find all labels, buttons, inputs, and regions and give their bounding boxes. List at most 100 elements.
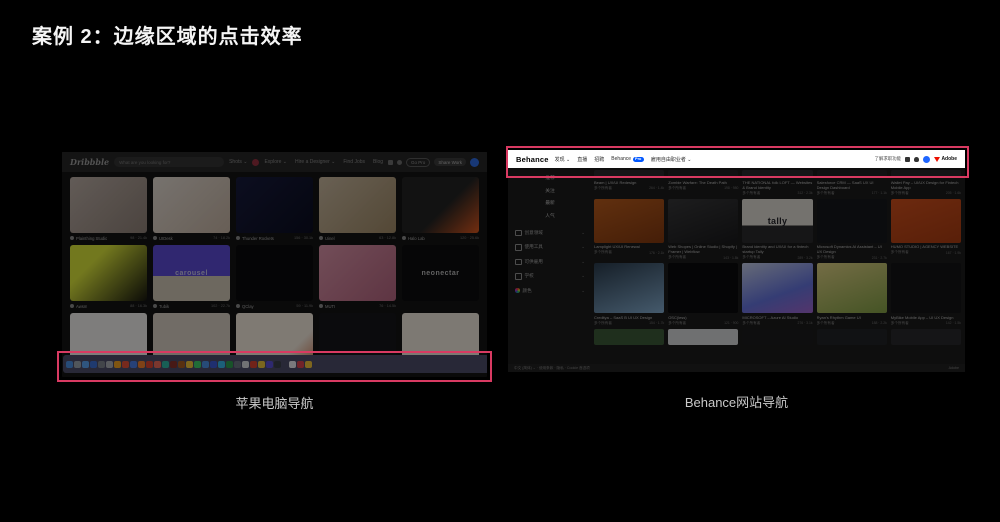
project-title[interactable]: Ryan's Rhythm Game UI <box>817 315 887 320</box>
project-title[interactable]: THE NATIONAL folk LOFT — Websites & Bran… <box>742 180 812 190</box>
shot-author[interactable]: MUTI <box>325 304 335 309</box>
project-title[interactable]: OSC(less) <box>668 315 738 320</box>
author-avatar[interactable] <box>319 236 323 240</box>
project-card[interactable]: Creditya – SaaS B UI UX Design 多个所有者 154… <box>594 263 664 326</box>
project-thumbnail[interactable] <box>742 263 812 313</box>
shot-author[interactable]: UIDesk <box>159 236 173 241</box>
shot-card[interactable]: MUTI 76 · 14.5k <box>319 245 396 310</box>
project-thumbnail[interactable]: tally <box>742 199 812 243</box>
project-author[interactable]: 多个所有者 <box>742 191 760 196</box>
author-avatar[interactable] <box>70 236 74 240</box>
project-author[interactable]: 多个所有者 <box>817 191 835 196</box>
sidebar-filter[interactable]: 颜色 ⌄ <box>515 288 585 294</box>
chat-icon[interactable] <box>388 160 393 165</box>
shot-author[interactable]: Plainthing Studio <box>76 236 107 241</box>
project-author[interactable]: 多个所有者 <box>742 255 760 260</box>
sidebar-filter[interactable]: 学校 ⌄ <box>515 273 585 280</box>
project-thumbnail[interactable] <box>594 263 664 313</box>
project-thumbnail[interactable] <box>668 329 738 345</box>
project-author[interactable]: 多个所有者 <box>817 255 835 260</box>
project-thumbnail[interactable] <box>668 199 738 243</box>
project-card[interactable]: MyBike Mobile App – UI UX Design 多个所有者 1… <box>891 263 961 326</box>
project-title[interactable]: Lamplight UX/UI Renewal <box>594 244 664 249</box>
project-author[interactable]: 多个所有者 <box>594 321 612 326</box>
project-title[interactable]: MICROSOFT – Azure AI Studio <box>742 315 812 320</box>
project-title[interactable]: Beam | UX/UI Redesign <box>594 180 664 185</box>
shot-thumbnail[interactable]: neonectar <box>402 245 479 301</box>
project-title[interactable]: MyBike Mobile App – UI UX Design <box>891 315 961 320</box>
project-card[interactable]: Ryan's Rhythm Game UI 多个所有者 188 · 2.2k <box>817 263 887 326</box>
project-thumbnail[interactable] <box>891 199 961 243</box>
nav-link[interactable]: Explore ⌄ <box>264 159 287 165</box>
project-card[interactable]: tally Brand identity and UX/UI for a fin… <box>742 199 812 261</box>
project-thumbnail[interactable] <box>817 263 887 313</box>
shot-author[interactable]: Halo Lab <box>408 236 425 241</box>
project-title[interactable]: Microsoft Dynamics AI Assistant – UI UX … <box>817 244 887 254</box>
shot-thumbnail[interactable] <box>153 177 230 233</box>
shot-author[interactable]: Tubik <box>159 304 169 309</box>
shot-card[interactable]: QClay 59 · 11.9k <box>236 245 313 310</box>
project-thumbnail[interactable] <box>742 329 812 345</box>
project-thumbnail[interactable] <box>668 263 738 313</box>
sidebar-tab[interactable]: 人气 <box>535 211 565 220</box>
bell-icon[interactable] <box>397 160 402 165</box>
project-author[interactable]: 多个所有者 <box>742 321 760 326</box>
shot-thumbnail[interactable] <box>236 177 313 233</box>
shot-author[interactable]: QClay <box>242 304 254 309</box>
shot-card[interactable]: Halo Lab 120 · 25.6k <box>402 177 479 242</box>
shot-thumbnail[interactable] <box>319 245 396 301</box>
project-title[interactable]: HUMO STUDIO | AGENCY WEBSITE <box>891 244 961 249</box>
project-thumbnail[interactable] <box>891 263 961 313</box>
project-title[interactable]: Salesforce CRM — SaaS UX UI Design Dashb… <box>817 180 887 190</box>
author-avatar[interactable] <box>319 304 323 308</box>
author-avatar[interactable] <box>153 236 157 240</box>
author-avatar[interactable] <box>153 304 157 308</box>
project-card[interactable]: HUMO STUDIO | AGENCY WEBSITE 多个所有者 167 ·… <box>891 199 961 261</box>
project-author[interactable]: 多个所有者 <box>668 321 686 326</box>
sidebar-filter[interactable]: 使用工具 ⌄ <box>515 244 585 251</box>
shot-thumbnail[interactable]: carousel <box>153 245 230 301</box>
project-title[interactable]: Web Shopes | Online Studio | Shopify | F… <box>668 244 738 254</box>
project-title[interactable]: Creditya – SaaS B UI UX Design <box>594 315 664 320</box>
project-card[interactable]: OSC(less) 多个所有者 121 · 900 <box>668 263 738 326</box>
share-work-button[interactable]: Share Work <box>434 158 466 166</box>
shot-card[interactable]: Uinel 63 · 12.8k <box>319 177 396 242</box>
project-author[interactable]: 多个所有者 <box>668 255 686 260</box>
filter-icon[interactable] <box>252 159 259 166</box>
project-card[interactable]: Web Shopes | Online Studio | Shopify | F… <box>668 199 738 261</box>
search-input[interactable]: What are you looking for? <box>114 157 224 167</box>
shot-card[interactable]: UIDesk 74 · 18.2k <box>153 177 230 242</box>
project-thumbnail[interactable] <box>594 329 664 345</box>
sidebar-filter[interactable]: 创意领域 ⌄ <box>515 230 585 237</box>
shot-thumbnail[interactable] <box>402 177 479 233</box>
shot-card[interactable]: carousel Tubik 102 · 22.7k <box>153 245 230 310</box>
author-avatar[interactable] <box>70 304 74 308</box>
shot-author[interactable]: Awsm <box>76 304 87 309</box>
project-author[interactable]: 多个所有者 <box>594 250 612 255</box>
project-thumbnail[interactable] <box>817 199 887 243</box>
project-thumbnail[interactable] <box>594 199 664 243</box>
project-thumbnail[interactable] <box>817 329 887 345</box>
shot-thumbnail[interactable] <box>70 245 147 301</box>
nav-link[interactable]: Hire a Designer ⌄ <box>295 159 335 165</box>
project-thumbnail[interactable] <box>891 329 961 345</box>
nav-link[interactable]: Blog <box>373 159 383 165</box>
project-title[interactable]: Brand identity and UX/UI for a fintech s… <box>742 244 812 254</box>
project-card[interactable]: Microsoft Dynamics AI Assistant – UI UX … <box>817 199 887 261</box>
sidebar-filter[interactable]: 可供雇用 ⌄ <box>515 259 585 266</box>
shot-author[interactable]: Uinel <box>325 236 335 241</box>
author-avatar[interactable] <box>236 304 240 308</box>
shot-thumbnail[interactable] <box>236 245 313 301</box>
shot-author[interactable]: Thunder Rockets <box>242 236 274 241</box>
shot-card[interactable]: Plainthing Studio 98 · 21.4k <box>70 177 147 242</box>
shot-thumbnail[interactable] <box>70 177 147 233</box>
shot-card[interactable]: neonectar Mars Work 93 · 19.8k <box>402 245 479 310</box>
project-author[interactable]: 多个所有者 <box>891 250 909 255</box>
project-author[interactable]: 多个所有者 <box>594 186 612 191</box>
sidebar-tab[interactable]: 关注 <box>535 186 565 195</box>
shot-card[interactable]: Thunder Rockets 156 · 30.1k <box>236 177 313 242</box>
shot-card[interactable]: Awsm 88 · 16.3k <box>70 245 147 310</box>
avatar[interactable] <box>470 158 479 167</box>
author-avatar[interactable] <box>236 236 240 240</box>
project-title[interactable]: Zombie Warfare: The Death Path <box>668 180 738 185</box>
